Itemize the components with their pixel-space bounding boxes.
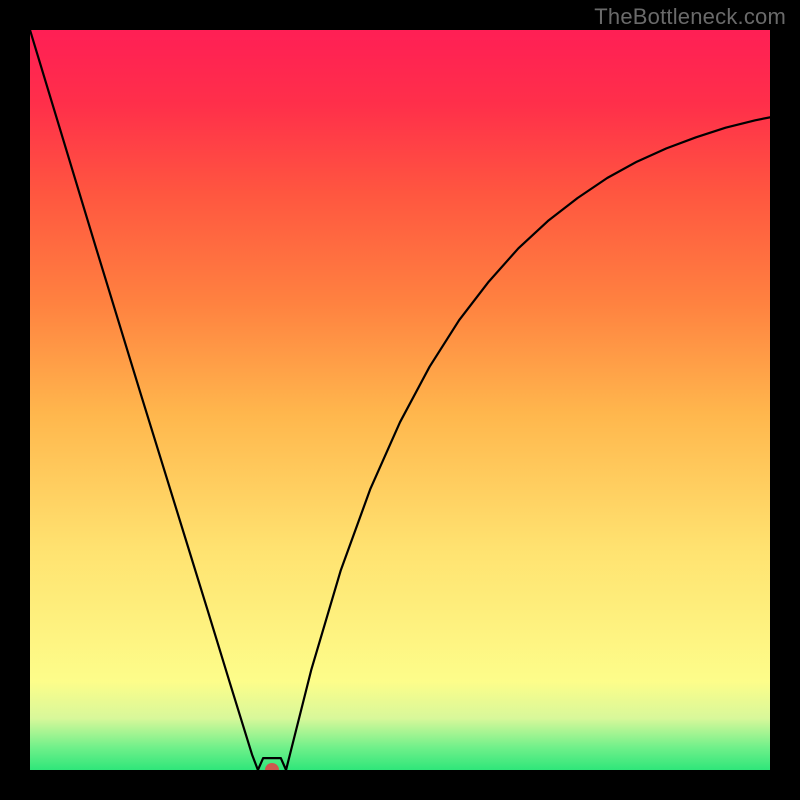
bottleneck-curve [30,30,770,770]
chart-frame: TheBottleneck.com [0,0,800,800]
plot-area [30,30,770,770]
watermark-text: TheBottleneck.com [594,4,786,30]
optimal-point-marker [265,763,279,770]
